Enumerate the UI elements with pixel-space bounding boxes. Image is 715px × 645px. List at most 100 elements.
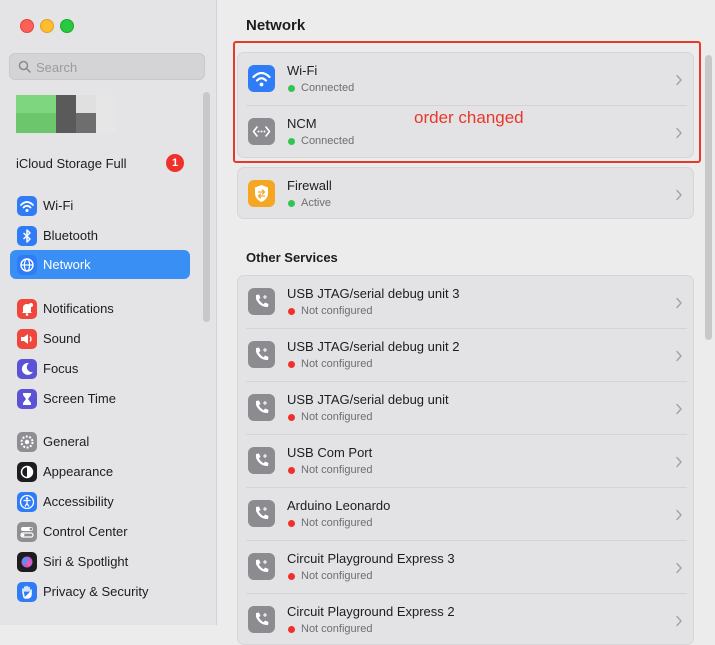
hand-icon [17, 582, 37, 602]
status-dot [288, 361, 295, 368]
sidebar: Search iCloud Storage Full 1 Wi-Fi Bluet… [0, 0, 217, 625]
service-name: USB JTAG/serial debug unit 3 [287, 286, 460, 301]
service-status: Not configured [301, 570, 373, 582]
status-dot [288, 520, 295, 527]
service-name: USB JTAG/serial debug unit [287, 392, 449, 407]
sidebar-item-focus[interactable]: Focus [10, 354, 190, 383]
sidebar-item-network[interactable]: Network [10, 250, 190, 279]
sidebar-item-label: Focus [43, 361, 79, 376]
service-row[interactable]: Circuit Playground Express 3 Not configu… [238, 541, 693, 594]
sidebar-item-privacy-security[interactable]: Privacy & Security [10, 577, 190, 606]
firewall-card: Firewall Active [237, 167, 694, 219]
annotation-text: order changed [414, 108, 524, 127]
status-dot [288, 467, 295, 474]
phone-icon [248, 447, 275, 474]
sidebar-item-label: Wi-Fi [43, 198, 74, 213]
wifi-icon [17, 196, 37, 216]
firewall-icon [248, 180, 275, 207]
globe-icon [17, 255, 37, 275]
sidebar-item-control-center[interactable]: Control Center [10, 517, 190, 546]
service-status: Not configured [301, 358, 373, 370]
service-row[interactable]: Circuit Playground Express 2 Not configu… [238, 594, 693, 644]
annotation-highlight-box [233, 41, 701, 163]
sidebar-item-label: Privacy & Security [43, 584, 149, 599]
status-dot [288, 414, 295, 421]
service-row[interactable]: USB JTAG/serial debug unit 2 Not configu… [238, 329, 693, 382]
chevron-right-icon [675, 455, 683, 473]
service-status: Not configured [301, 464, 373, 476]
icloud-storage-label[interactable]: iCloud Storage Full [16, 156, 127, 171]
zoom-window-button[interactable] [60, 19, 74, 33]
accessibility-icon [17, 492, 37, 512]
sidebar-item-label: General [43, 434, 90, 449]
service-name: Circuit Playground Express 3 [287, 551, 455, 566]
sidebar-item-label: Appearance [43, 464, 114, 479]
icloud-badge: 1 [166, 154, 184, 172]
phone-icon [248, 500, 275, 527]
phone-icon [248, 394, 275, 421]
sidebar-item-bluetooth[interactable]: Bluetooth [10, 221, 190, 250]
sidebar-item-label: Siri & Spotlight [43, 554, 129, 569]
control-center-icon [17, 522, 37, 542]
sidebar-scrollbar[interactable] [203, 92, 210, 322]
sidebar-item-label: Control Center [43, 524, 128, 539]
service-status: Not configured [301, 305, 373, 317]
bell-icon [17, 299, 37, 319]
service-name: USB JTAG/serial debug unit 2 [287, 339, 460, 354]
service-status: Not configured [301, 517, 373, 529]
search-field[interactable]: Search [9, 53, 205, 80]
search-placeholder: Search [36, 60, 78, 75]
chevron-right-icon [675, 349, 683, 367]
close-window-button[interactable] [20, 19, 34, 33]
chevron-right-icon [675, 188, 683, 206]
main-pane: Network Wi-Fi Connected NCM Connected Fi… [217, 0, 715, 645]
service-row[interactable]: Arduino Leonardo Not configured [238, 488, 693, 541]
sidebar-item-general[interactable]: General [10, 427, 190, 456]
sidebar-item-wifi[interactable]: Wi-Fi [10, 191, 190, 220]
service-row[interactable]: USB JTAG/serial debug unit 3 Not configu… [238, 276, 693, 329]
search-icon [18, 60, 31, 78]
chevron-right-icon [675, 561, 683, 579]
sidebar-item-sound[interactable]: Sound [10, 324, 190, 353]
sidebar-item-accessibility[interactable]: Accessibility [10, 487, 190, 516]
phone-icon [248, 341, 275, 368]
service-name: USB Com Port [287, 445, 373, 460]
chevron-right-icon [675, 296, 683, 314]
service-name: Arduino Leonardo [287, 498, 391, 513]
moon-icon [17, 359, 37, 379]
settings-window: Search iCloud Storage Full 1 Wi-Fi Bluet… [0, 0, 715, 645]
chevron-right-icon [675, 508, 683, 526]
service-row-firewall[interactable]: Firewall Active [238, 168, 693, 218]
phone-icon [248, 553, 275, 580]
sidebar-item-label: Notifications [43, 301, 114, 316]
phone-icon [248, 606, 275, 633]
sidebar-item-screen-time[interactable]: Screen Time [10, 384, 190, 413]
appearance-icon [17, 462, 37, 482]
service-name: Circuit Playground Express 2 [287, 604, 455, 619]
service-row[interactable]: USB JTAG/serial debug unit Not configure… [238, 382, 693, 435]
status-dot [288, 573, 295, 580]
sidebar-item-label: Accessibility [43, 494, 114, 509]
phone-icon [248, 288, 275, 315]
status-dot [288, 200, 295, 207]
minimize-window-button[interactable] [40, 19, 54, 33]
speaker-icon [17, 329, 37, 349]
status-dot [288, 626, 295, 633]
service-status: Active [301, 197, 331, 209]
bluetooth-icon [17, 226, 37, 246]
gear-icon [17, 432, 37, 452]
page-title: Network [246, 17, 306, 34]
sidebar-item-notifications[interactable]: Notifications [10, 294, 190, 323]
sidebar-item-appearance[interactable]: Appearance [10, 457, 190, 486]
sidebar-item-label: Sound [43, 331, 81, 346]
main-scrollbar[interactable] [705, 55, 712, 340]
other-services-list: USB JTAG/serial debug unit 3 Not configu… [237, 275, 694, 645]
sidebar-item-label: Bluetooth [43, 228, 98, 243]
chevron-right-icon [675, 614, 683, 632]
section-title-other-services: Other Services [246, 250, 338, 265]
avatar[interactable] [16, 95, 116, 133]
sidebar-item-label: Network [43, 257, 91, 272]
service-status: Not configured [301, 411, 373, 423]
sidebar-item-siri-spotlight[interactable]: Siri & Spotlight [10, 547, 190, 576]
service-row[interactable]: USB Com Port Not configured [238, 435, 693, 488]
